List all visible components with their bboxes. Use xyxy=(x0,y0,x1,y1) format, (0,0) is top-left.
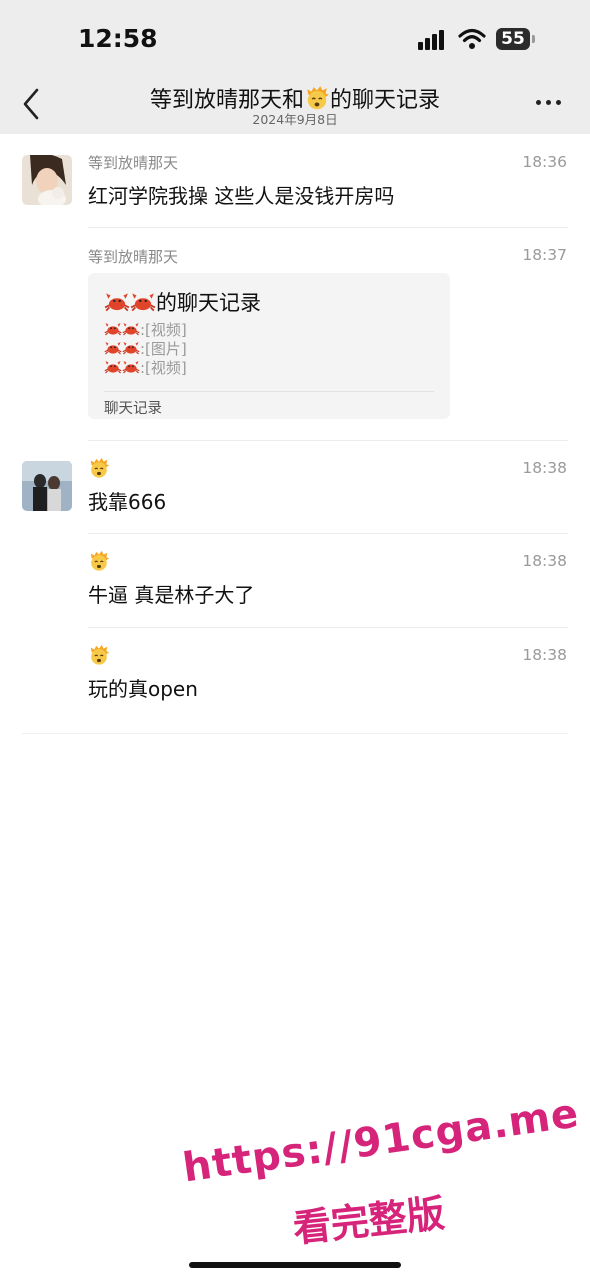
card-line-text: :[视频] xyxy=(140,321,187,339)
watermark-caption[interactable]: 看完整版 xyxy=(290,1182,447,1253)
exploding-head-icon xyxy=(304,85,330,111)
message-text[interactable]: 红河学院我操 这些人是没钱开房吗 xyxy=(88,180,394,209)
crab-icon xyxy=(122,358,140,376)
avatar-photo xyxy=(22,155,72,205)
crab-icon xyxy=(122,339,140,357)
message-text[interactable]: 牛逼 真是林子大了 xyxy=(88,579,254,608)
card-line-text: :[图片] xyxy=(140,340,187,358)
message-sender: 等到放晴那天 xyxy=(88,154,179,172)
battery-icon: 55 xyxy=(496,28,530,50)
card-line: :[视频] xyxy=(104,319,187,340)
crab-icon xyxy=(122,320,140,338)
battery-tip xyxy=(532,35,535,43)
home-indicator[interactable] xyxy=(189,1262,401,1268)
crab-icon xyxy=(104,339,122,357)
message-text[interactable]: 玩的真open xyxy=(88,673,198,702)
crab-icon xyxy=(104,320,122,338)
avatar-photo xyxy=(22,461,72,511)
card-line: :[图片] xyxy=(104,338,187,359)
exploding-head-icon xyxy=(88,644,110,666)
message-time: 18:38 xyxy=(522,552,567,570)
cellular-signal-icon xyxy=(418,30,450,50)
page-subtitle-date: 2024年9月8日 xyxy=(252,112,338,127)
wifi-icon xyxy=(458,28,486,49)
message-time: 18:37 xyxy=(522,246,567,264)
card-title-text: 的聊天记录 xyxy=(156,291,261,315)
message-time: 18:38 xyxy=(522,646,567,664)
crab-icon xyxy=(130,289,156,315)
chat-record-card[interactable]: 的聊天记录 :[视频] :[图片] :[视频] 聊天记录 xyxy=(88,273,450,419)
card-line-text: :[视频] xyxy=(140,359,187,377)
card-divider xyxy=(104,391,434,392)
message-divider xyxy=(88,440,568,441)
card-title: 的聊天记录 xyxy=(104,287,261,317)
watermark-url[interactable]: https://91cga.me xyxy=(180,1090,583,1191)
list-end-divider xyxy=(22,733,568,734)
exploding-head-icon xyxy=(88,457,110,479)
message-text[interactable]: 我靠666 xyxy=(88,486,166,515)
message-sender: 等到放晴那天 xyxy=(88,248,179,266)
message-divider xyxy=(88,627,568,628)
battery-level: 55 xyxy=(501,29,525,49)
crab-icon xyxy=(104,358,122,376)
card-line: :[视频] xyxy=(104,357,187,378)
avatar[interactable] xyxy=(22,155,72,205)
status-time: 12:58 xyxy=(78,24,158,53)
more-dots-icon[interactable] xyxy=(536,96,568,108)
avatar[interactable] xyxy=(22,461,72,511)
message-time: 18:38 xyxy=(522,459,567,477)
card-footer: 聊天记录 xyxy=(104,401,162,417)
message-divider xyxy=(88,227,568,228)
message-divider xyxy=(88,533,568,534)
message-time: 18:36 xyxy=(522,153,567,171)
exploding-head-icon xyxy=(88,550,110,572)
crab-icon xyxy=(104,289,130,315)
